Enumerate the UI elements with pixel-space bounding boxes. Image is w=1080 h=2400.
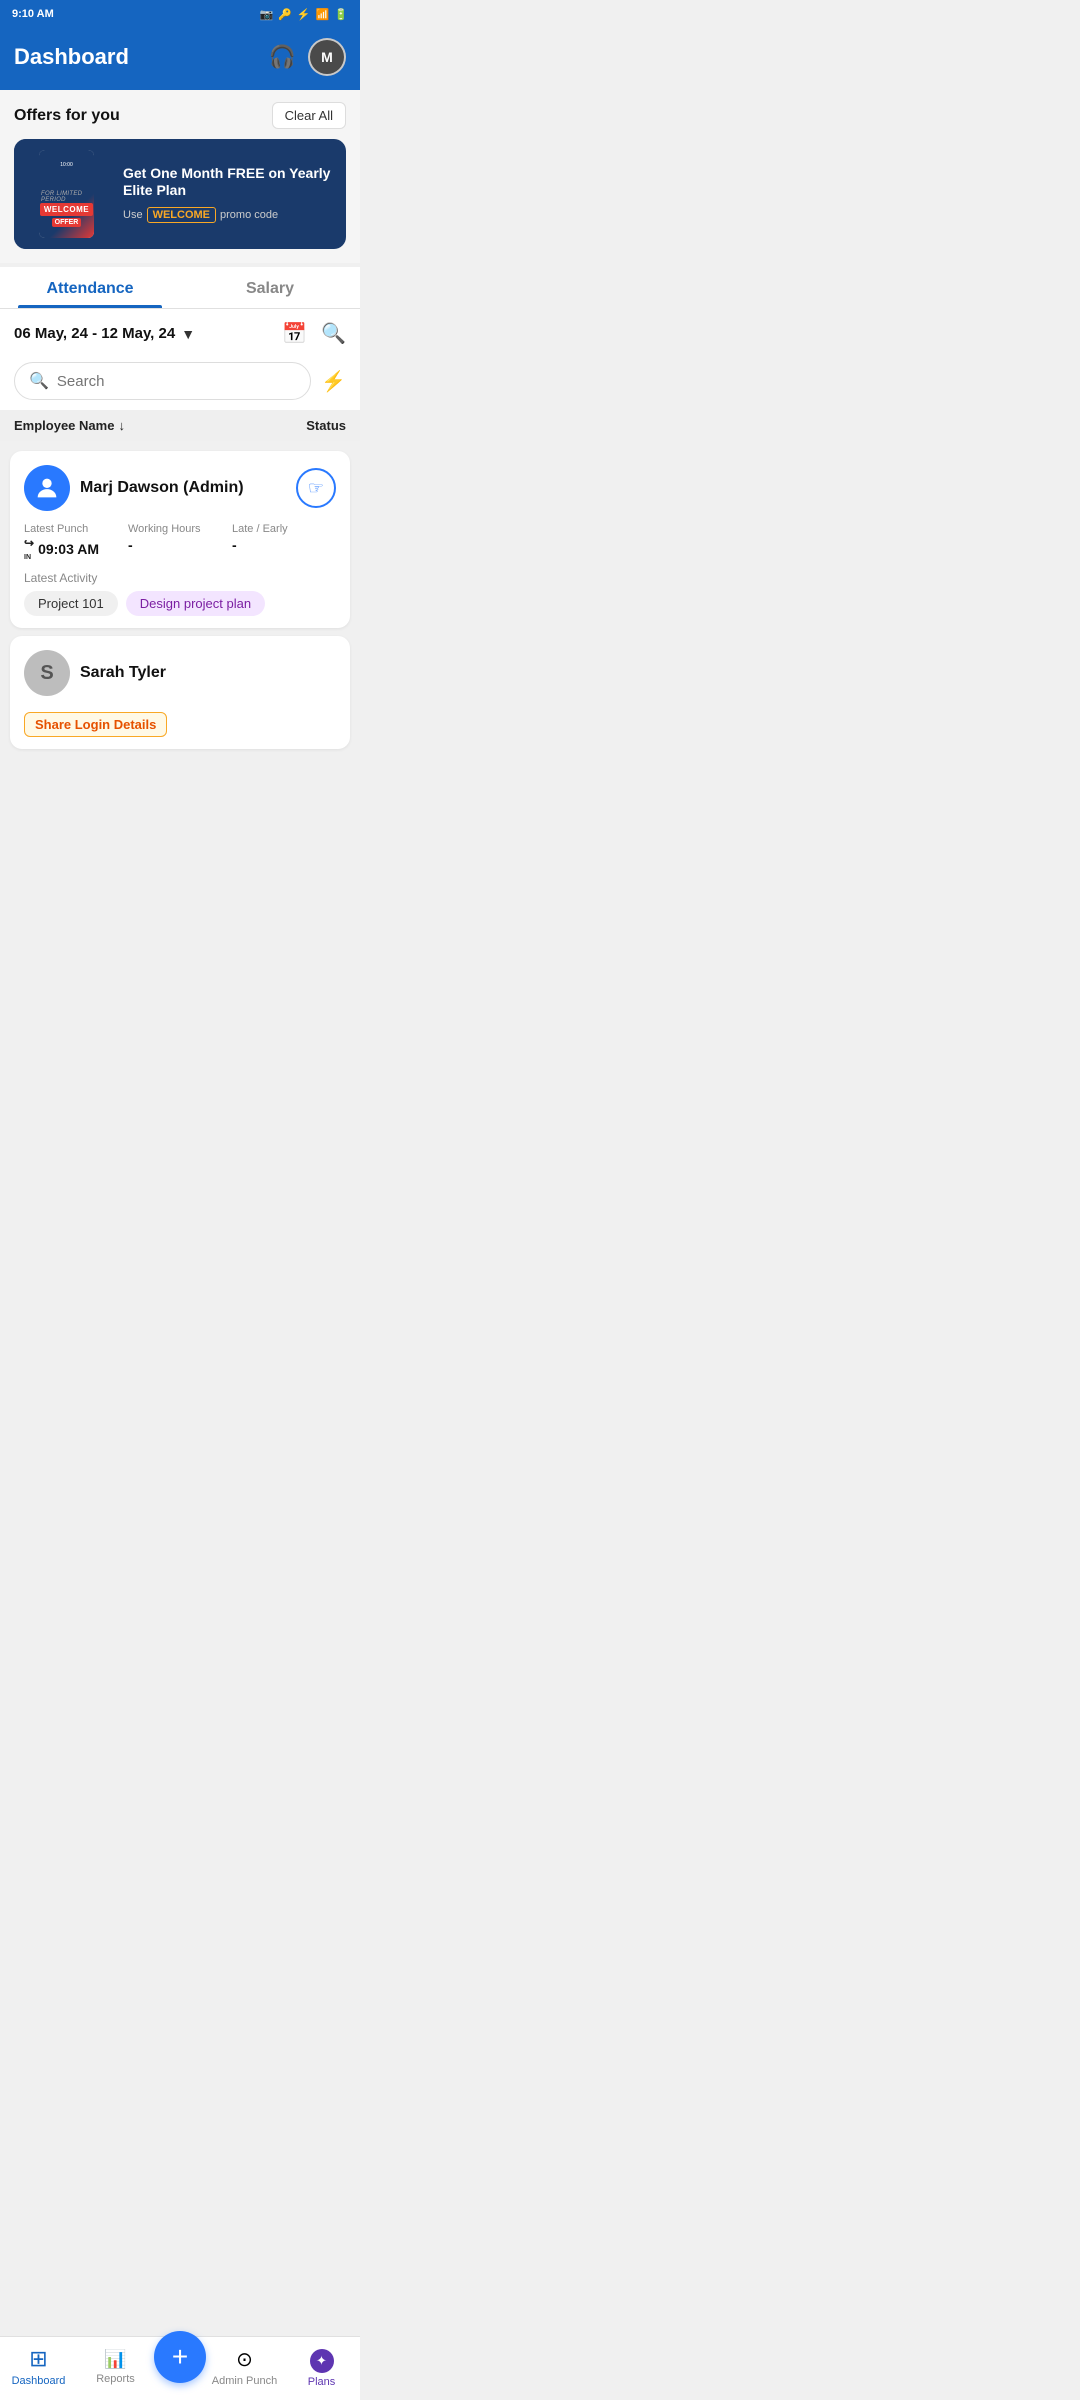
avatar-label: M	[321, 49, 333, 65]
offer-main-text: Get One Month FREE on Yearly Elite Plan	[123, 165, 336, 199]
app-header: Dashboard 🎧 M	[0, 28, 360, 90]
time-display: 9:10 AM	[12, 8, 54, 20]
late-early-value: -	[232, 537, 336, 553]
table-header: Employee Name ↓ Status	[0, 410, 360, 441]
nav-label-reports: Reports	[96, 2373, 135, 2385]
latest-punch-col: Latest Punch ↪IN 09:03 AM	[24, 523, 128, 561]
sort-arrow-icon: ↓	[118, 418, 125, 433]
promo-line: Use WELCOME promo code	[123, 207, 336, 223]
date-range-label: 06 May, 24 - 12 May, 24	[14, 325, 175, 342]
avatar: S	[24, 650, 70, 696]
date-range-button[interactable]: 06 May, 24 - 12 May, 24 ▼	[14, 325, 195, 342]
nav-label-admin-punch: Admin Punch	[212, 2375, 277, 2387]
promo-suffix: promo code	[220, 209, 278, 221]
search-input-wrap: 🔍	[14, 362, 311, 400]
search-icon[interactable]: 🔍	[321, 321, 346, 346]
avatar-letter: S	[40, 662, 53, 685]
welcome-label: WELCOME	[40, 203, 93, 216]
status-bar: 9:10 AM 📷 🔑 ⚡ 📶 🔋	[0, 0, 360, 28]
nav-label-plans: Plans	[308, 2376, 336, 2388]
status-icons: 📷 🔑 ⚡ 📶 🔋	[259, 8, 348, 21]
employee-name-col-header: Employee Name ↓	[14, 418, 125, 433]
share-login-badge[interactable]: Share Login Details	[24, 712, 167, 737]
admin-punch-icon: ⊙	[236, 2347, 253, 2372]
offer-image: 10:00 FOR LIMITED PERIOD WELCOME OFFER	[14, 139, 119, 249]
plans-icon: ✦	[310, 2345, 334, 2373]
fingerprint-icon: ☞	[308, 478, 324, 499]
date-filter-row: 06 May, 24 - 12 May, 24 ▼ 📅 🔍	[0, 309, 360, 358]
fab-plus-icon: +	[172, 2343, 188, 2371]
offers-section: Offers for you Clear All 10:00 FOR LIMIT…	[0, 90, 360, 263]
offer-text: Get One Month FREE on Yearly Elite Plan …	[119, 139, 346, 249]
promo-prefix: Use	[123, 209, 143, 221]
fab-button[interactable]: +	[154, 2331, 206, 2383]
status-col-header: Status	[306, 418, 346, 433]
offers-title: Offers for you	[14, 107, 120, 125]
tag-task: Design project plan	[126, 591, 265, 616]
late-early-col: Late / Early -	[232, 523, 336, 561]
calendar-icon[interactable]: 📅	[282, 321, 307, 346]
employee-name: Sarah Tyler	[80, 664, 166, 682]
avatar	[24, 465, 70, 511]
offer-label: OFFER	[52, 218, 82, 227]
reports-icon: 📊	[104, 2349, 126, 2370]
tabs-row: Attendance Salary	[0, 267, 360, 309]
badge-period-text: FOR LIMITED PERIOD	[41, 191, 92, 203]
activity-tags: Project 101 Design project plan	[24, 591, 336, 616]
touch-button[interactable]: ☞	[296, 468, 336, 508]
battery-icon: 🔋	[334, 8, 348, 21]
working-hours-col: Working Hours -	[128, 523, 232, 561]
search-row: 🔍 ⚡	[0, 358, 360, 410]
search-input[interactable]	[57, 373, 296, 390]
latest-punch-value: 09:03 AM	[38, 541, 99, 557]
tab-salary[interactable]: Salary	[180, 267, 360, 308]
video-icon: 📷	[259, 8, 273, 21]
phone-mockup: 10:00 FOR LIMITED PERIOD WELCOME OFFER	[39, 150, 94, 238]
bluetooth-icon: ⚡	[297, 8, 311, 21]
bottom-nav: ⊞ Dashboard 📊 Reports + ⊙ Admin Punch ✦ …	[0, 2336, 360, 2400]
search-glass-icon: 🔍	[29, 371, 49, 391]
nav-item-admin-punch[interactable]: ⊙ Admin Punch	[206, 2347, 283, 2387]
page-title: Dashboard	[14, 44, 129, 70]
late-early-label: Late / Early	[232, 523, 336, 535]
filter-icon[interactable]: ⚡	[321, 369, 346, 394]
avatar[interactable]: M	[308, 38, 346, 76]
working-hours-value: -	[128, 537, 232, 553]
employee-list: Marj Dawson (Admin) ☞ Latest Punch ↪IN 0…	[0, 441, 360, 759]
dashboard-icon: ⊞	[29, 2346, 47, 2372]
working-hours-label: Working Hours	[128, 523, 232, 535]
offer-card-1[interactable]: 10:00 FOR LIMITED PERIOD WELCOME OFFER G…	[14, 139, 346, 249]
latest-punch-label: Latest Punch	[24, 523, 128, 535]
nav-label-dashboard: Dashboard	[12, 2375, 66, 2387]
nav-item-dashboard[interactable]: ⊞ Dashboard	[0, 2346, 77, 2387]
nav-item-reports[interactable]: 📊 Reports	[77, 2349, 154, 2385]
chevron-down-icon: ▼	[181, 326, 195, 342]
employee-name: Marj Dawson (Admin)	[80, 479, 244, 497]
punch-in-icon: ↪IN	[24, 537, 34, 561]
table-row: Marj Dawson (Admin) ☞ Latest Punch ↪IN 0…	[10, 451, 350, 628]
punch-stats: Latest Punch ↪IN 09:03 AM Working Hours …	[24, 523, 336, 561]
nav-item-plans[interactable]: ✦ Plans	[283, 2345, 360, 2388]
headset-button[interactable]: 🎧	[269, 44, 296, 70]
table-row: S Sarah Tyler Share Login Details	[10, 636, 350, 749]
promo-code: WELCOME	[147, 207, 216, 223]
clear-all-button[interactable]: Clear All	[272, 102, 346, 129]
tag-project: Project 101	[24, 591, 118, 616]
key-icon: 🔑	[278, 8, 292, 21]
latest-activity-label: Latest Activity	[24, 571, 336, 585]
tab-attendance[interactable]: Attendance	[0, 267, 180, 308]
wifi-icon: 📶	[316, 8, 330, 21]
